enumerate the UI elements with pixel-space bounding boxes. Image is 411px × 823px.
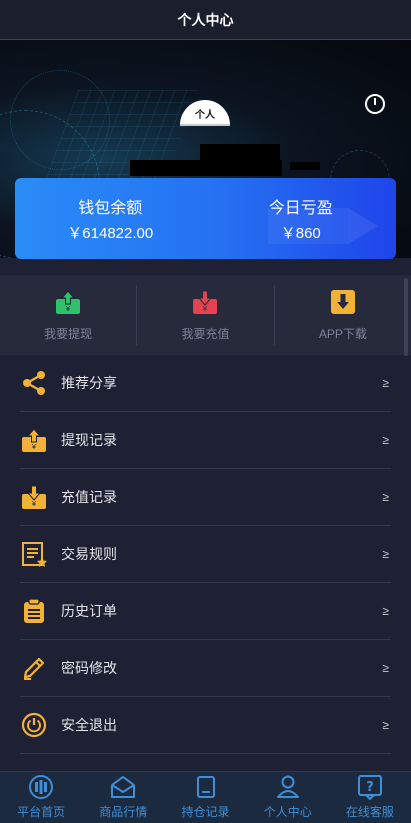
withdraw-label: 我要提现 bbox=[44, 326, 93, 341]
menu-item-label: 充值记录 bbox=[61, 489, 117, 505]
download-icon bbox=[330, 289, 355, 314]
top-bar: 个人中心 bbox=[0, 0, 411, 40]
menu-item-trading-rules[interactable]: 交易规则 ≥ bbox=[20, 526, 391, 583]
withdraw-button[interactable]: ¥ 我要提现 bbox=[0, 275, 136, 355]
tab-market[interactable]: 商品行情 bbox=[82, 772, 164, 823]
chevron-icon: ≥ bbox=[382, 490, 389, 504]
tab-support[interactable]: ? 在线客服 bbox=[329, 772, 411, 823]
menu-item-withdraw-record[interactable]: ¥ 提现记录 ≥ bbox=[20, 412, 391, 469]
menu-item-label: 推荐分享 bbox=[61, 375, 117, 391]
home-icon bbox=[29, 775, 54, 799]
deposit-icon: ¥ bbox=[193, 290, 218, 314]
redacted-block bbox=[200, 144, 280, 160]
menu-item-deposit-record[interactable]: ¥ 充值记录 ≥ bbox=[20, 469, 391, 526]
tab-label: 个人中心 bbox=[263, 805, 312, 819]
deposit-label: 我要充值 bbox=[181, 326, 230, 341]
svg-text:¥: ¥ bbox=[32, 443, 37, 451]
logout-power-button[interactable] bbox=[365, 94, 385, 114]
bottom-tab-bar: 平台首页 商品行情 持仓记录 个人中心 ? 在线客服 bbox=[0, 771, 411, 823]
app-download-label: APP下载 bbox=[318, 326, 367, 341]
chevron-icon: ≥ bbox=[382, 661, 389, 675]
menu-item-label: 交易规则 bbox=[61, 546, 117, 562]
help-icon: ? bbox=[357, 775, 382, 800]
tab-home[interactable]: 平台首页 bbox=[0, 772, 82, 823]
deposit-record-icon: ¥ bbox=[20, 483, 48, 511]
chevron-icon: ≥ bbox=[382, 433, 389, 447]
tab-label: 在线客服 bbox=[345, 805, 394, 819]
power-icon bbox=[20, 711, 48, 739]
app-download-button[interactable]: APP下载 bbox=[275, 275, 411, 355]
pencil-icon bbox=[20, 654, 48, 682]
today-profit: 今日亏盈 ￥860 bbox=[206, 194, 397, 243]
chevron-icon: ≥ bbox=[382, 547, 389, 561]
wallet-balance-label: 钱包余额 bbox=[78, 200, 143, 217]
chevron-icon: ≥ bbox=[382, 604, 389, 618]
market-icon bbox=[111, 776, 136, 798]
tab-label: 商品行情 bbox=[99, 805, 148, 819]
share-icon bbox=[20, 369, 48, 397]
today-profit-label: 今日亏盈 bbox=[268, 200, 333, 217]
menu-item-label: 安全退出 bbox=[61, 717, 117, 733]
chevron-icon: ≥ bbox=[382, 718, 389, 732]
menu-item-order-history[interactable]: 历史订单 ≥ bbox=[20, 583, 391, 640]
wallet-balance-value: ￥614822.00 bbox=[67, 225, 154, 242]
tab-positions[interactable]: 持仓记录 bbox=[164, 772, 246, 823]
rules-icon bbox=[20, 540, 48, 568]
chevron-icon: ≥ bbox=[382, 376, 389, 390]
menu-item-share[interactable]: 推荐分享 ≥ bbox=[20, 355, 391, 412]
scrollbar[interactable] bbox=[404, 278, 408, 356]
withdraw-icon: ¥ bbox=[56, 289, 81, 314]
redacted-block bbox=[290, 162, 320, 170]
deposit-button[interactable]: ¥ 我要充值 bbox=[137, 275, 273, 355]
tab-label: 平台首页 bbox=[17, 805, 66, 819]
position-icon bbox=[196, 776, 215, 798]
withdraw-record-icon: ¥ bbox=[20, 426, 48, 454]
tab-label: 持仓记录 bbox=[181, 805, 230, 819]
avatar-text: 个人 bbox=[195, 110, 215, 121]
redacted-block bbox=[130, 160, 282, 176]
clipboard-icon bbox=[20, 597, 48, 625]
menu-item-change-password[interactable]: 密码修改 ≥ bbox=[20, 640, 391, 697]
settings-menu: 推荐分享 ≥ ¥ 提现记录 ≥ ¥ 充值记录 ≥ 交易规则 ≥ 历史订单 ≥ 密… bbox=[0, 355, 411, 754]
menu-item-label: 提现记录 bbox=[61, 432, 117, 448]
svg-text:?: ? bbox=[366, 780, 374, 795]
wallet-card: 钱包余额 ￥614822.00 今日亏盈 ￥860 bbox=[15, 178, 396, 259]
wallet-balance: 钱包余额 ￥614822.00 bbox=[15, 194, 206, 243]
menu-item-label: 密码修改 bbox=[61, 660, 117, 676]
user-icon bbox=[276, 775, 299, 798]
tab-profile[interactable]: 个人中心 bbox=[247, 772, 329, 823]
menu-item-logout[interactable]: 安全退出 ≥ bbox=[20, 697, 391, 754]
svg-text:¥: ¥ bbox=[66, 305, 71, 313]
svg-text:¥: ¥ bbox=[203, 305, 208, 313]
page-title: 个人中心 bbox=[177, 11, 234, 28]
svg-text:¥: ¥ bbox=[32, 500, 37, 508]
menu-item-label: 历史订单 bbox=[61, 603, 117, 619]
today-profit-value: ￥860 bbox=[280, 225, 321, 242]
quick-actions: ¥ 我要提现 ¥ 我要充值 APP下载 bbox=[0, 275, 411, 355]
